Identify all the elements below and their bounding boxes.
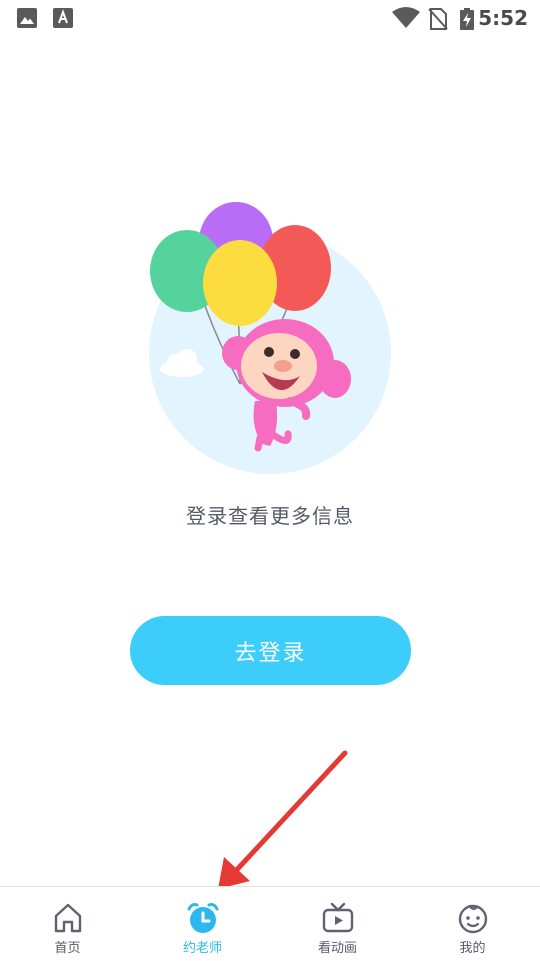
tab-mine[interactable]: 我的 <box>405 887 540 961</box>
home-icon <box>54 903 81 933</box>
login-prompt-text: 登录查看更多信息 <box>186 504 354 528</box>
tab-mine-label: 我的 <box>459 941 486 956</box>
tab-animation-label: 看动画 <box>317 941 357 956</box>
battery-charging-icon <box>460 8 474 30</box>
tab-home[interactable]: 首页 <box>0 887 135 961</box>
status-time: 5:52 <box>478 6 528 30</box>
tv-icon <box>322 902 353 933</box>
accessibility-text-icon <box>53 8 73 28</box>
tab-appointment[interactable]: 约老师 <box>135 887 270 961</box>
alarm-clock-icon <box>187 903 218 933</box>
status-bar: 5:52 <box>0 0 540 36</box>
yellow-balloon <box>203 240 277 326</box>
empty-state-illustration <box>140 196 400 476</box>
tab-home-label: 首页 <box>54 941 81 956</box>
image-icon <box>17 8 37 28</box>
baby-face-icon <box>458 904 487 934</box>
annotation-arrow <box>218 750 348 889</box>
login-button[interactable]: 去登录 <box>130 616 411 685</box>
tab-animation[interactable]: 看动画 <box>270 887 405 961</box>
bottom-nav: 首页 约老师 看动画 我的 <box>0 886 540 961</box>
no-sim-icon <box>428 8 448 30</box>
wifi-icon <box>392 7 420 28</box>
tab-appointment-label: 约老师 <box>182 941 222 956</box>
